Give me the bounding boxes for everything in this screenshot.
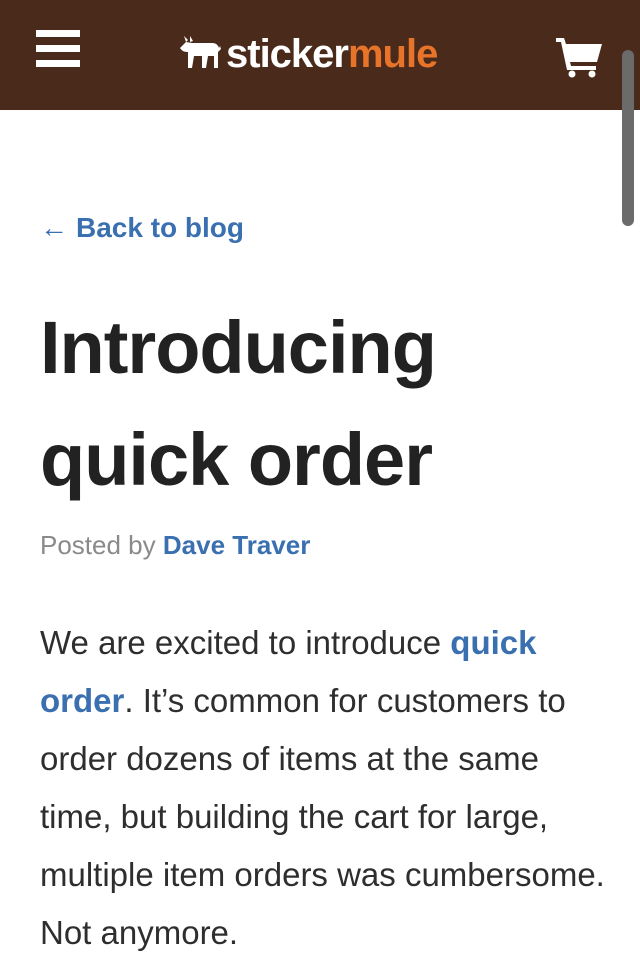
back-arrow-icon: ← (40, 212, 68, 243)
body-intro-text: We are excited to introduce (40, 624, 451, 661)
stickermule-logo[interactable]: sticker mule (178, 30, 438, 78)
hamburger-menu-icon[interactable] (36, 30, 82, 74)
brand-name-sticker: sticker (226, 32, 349, 76)
menu-line (36, 30, 80, 37)
byline-prefix: Posted by (40, 530, 156, 560)
shopping-cart-icon[interactable] (556, 36, 604, 78)
menu-line (36, 45, 80, 52)
article-body-paragraph: We are excited to introduce quick order.… (40, 614, 610, 959)
back-to-blog-link[interactable]: ← Back to blog (40, 212, 244, 244)
mule-logo-icon (180, 36, 221, 68)
article-title: Introducing quick order (40, 306, 437, 501)
page-scrollbar[interactable] (622, 50, 634, 226)
body-rest-text: . It’s common for customers to order doz… (40, 682, 605, 951)
author-link[interactable]: Dave Traver (163, 530, 310, 560)
top-navigation-bar: sticker mule (0, 0, 640, 110)
menu-line (36, 60, 80, 67)
brand-name-mule: mule (347, 32, 438, 76)
article-byline: Posted by Dave Traver (40, 530, 310, 561)
cart-glyph (556, 38, 602, 78)
back-to-blog-label: Back to blog (76, 212, 245, 243)
